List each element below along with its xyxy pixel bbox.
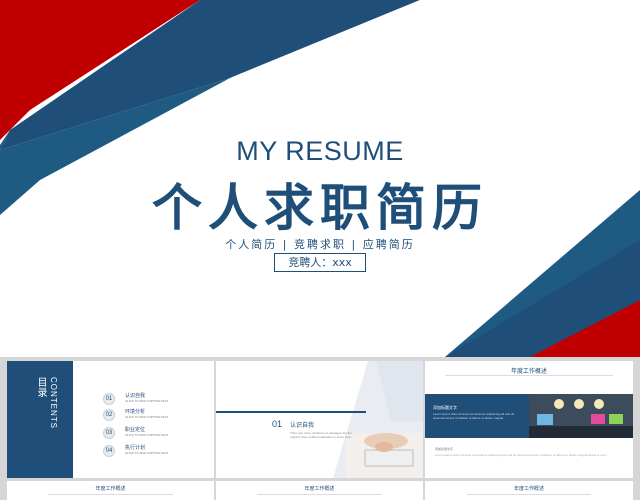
annual-title: 年度工作概述 — [510, 368, 547, 375]
title-chinese: 个人求职简历 — [152, 178, 488, 237]
about-text: There are many variations of passages bu… — [290, 431, 352, 439]
thumbnail-annual-work-4[interactable]: 年度工作概述 — [425, 481, 633, 500]
item-number: 01 — [103, 393, 115, 405]
title-english: MY RESUME — [236, 136, 404, 166]
thumbnail-annual-work-3[interactable]: 年度工作概述 — [216, 481, 423, 500]
thumbnail-annual-work[interactable]: 年度工作概述 添加标题文字 Lorem ipsum dolor sit amet… — [425, 361, 633, 478]
contents-item: 02 环境分析 CLICK TO ADD CAPTION TEXT — [103, 409, 213, 423]
band-text: Lorem ipsum dolor sit amet consectetur a… — [433, 412, 515, 420]
thumbnail-annual-work-2[interactable]: 年度工作概述 — [7, 481, 214, 500]
about-photo — [331, 361, 423, 478]
item-sub: CLICK TO ADD CAPTION TEXT — [125, 415, 169, 419]
about-divider — [216, 411, 366, 413]
annual-divider — [445, 375, 613, 376]
contents-item: 01 认识自我 CLICK TO ADD CAPTION TEXT — [103, 393, 213, 407]
item-sub: CLICK TO ADD CAPTION TEXT — [125, 433, 169, 437]
band-title: 添加标题文字 — [433, 405, 457, 410]
contents-item: 04 执行计划 CLICK TO ADD CAPTION TEXT — [103, 445, 213, 459]
item-title: 认识自我 — [125, 393, 146, 399]
row2-title: 年度工作概述 — [304, 486, 335, 492]
annual-lines: Lorem ipsum dolor sit amet consectetur a… — [435, 453, 607, 457]
item-title: 执行计划 — [125, 445, 146, 451]
applicant-box: 竞聘人：xxx — [274, 253, 366, 272]
item-sub: CLICK TO ADD CAPTION TEXT — [125, 451, 169, 455]
about-number: 01 — [272, 419, 283, 429]
subtitle-tags: 个人简历 | 竞聘求职 | 应聘简历 — [225, 238, 415, 251]
thumbnail-contents[interactable]: 目录 CONTENTS 01 认识自我 CLICK TO ADD CAPTION… — [7, 361, 214, 478]
row2-title: 年度工作概述 — [513, 486, 544, 492]
row2-divider — [257, 494, 382, 495]
thumbnail-about[interactable]: 01 认识自我 There are many variations of pas… — [216, 361, 423, 478]
item-title: 职业定位 — [125, 427, 146, 433]
row2-divider — [466, 494, 592, 495]
about-title: 认识自我 — [290, 422, 315, 429]
item-title: 环境分析 — [125, 409, 146, 415]
item-number: 03 — [103, 427, 115, 439]
annual-band: 添加标题文字 Lorem ipsum dolor sit amet consec… — [425, 394, 529, 438]
contents-title-en: CONTENTS — [49, 377, 58, 429]
contents-title-cn: 目录 — [35, 377, 46, 397]
item-number: 02 — [103, 409, 115, 421]
item-number: 04 — [103, 445, 115, 457]
office-photo — [529, 394, 633, 438]
annual-sub: 添加标题文字 — [435, 447, 454, 451]
contents-item: 03 职业定位 CLICK TO ADD CAPTION TEXT — [103, 427, 213, 441]
contents-sidebar: 目录 CONTENTS — [7, 361, 73, 478]
row2-title: 年度工作概述 — [95, 486, 126, 492]
item-sub: CLICK TO ADD CAPTION TEXT — [125, 399, 169, 403]
main-slide[interactable]: MY RESUME 个人求职简历 个人简历 | 竞聘求职 | 应聘简历 竞聘人：… — [0, 0, 640, 357]
row2-divider — [48, 494, 173, 495]
